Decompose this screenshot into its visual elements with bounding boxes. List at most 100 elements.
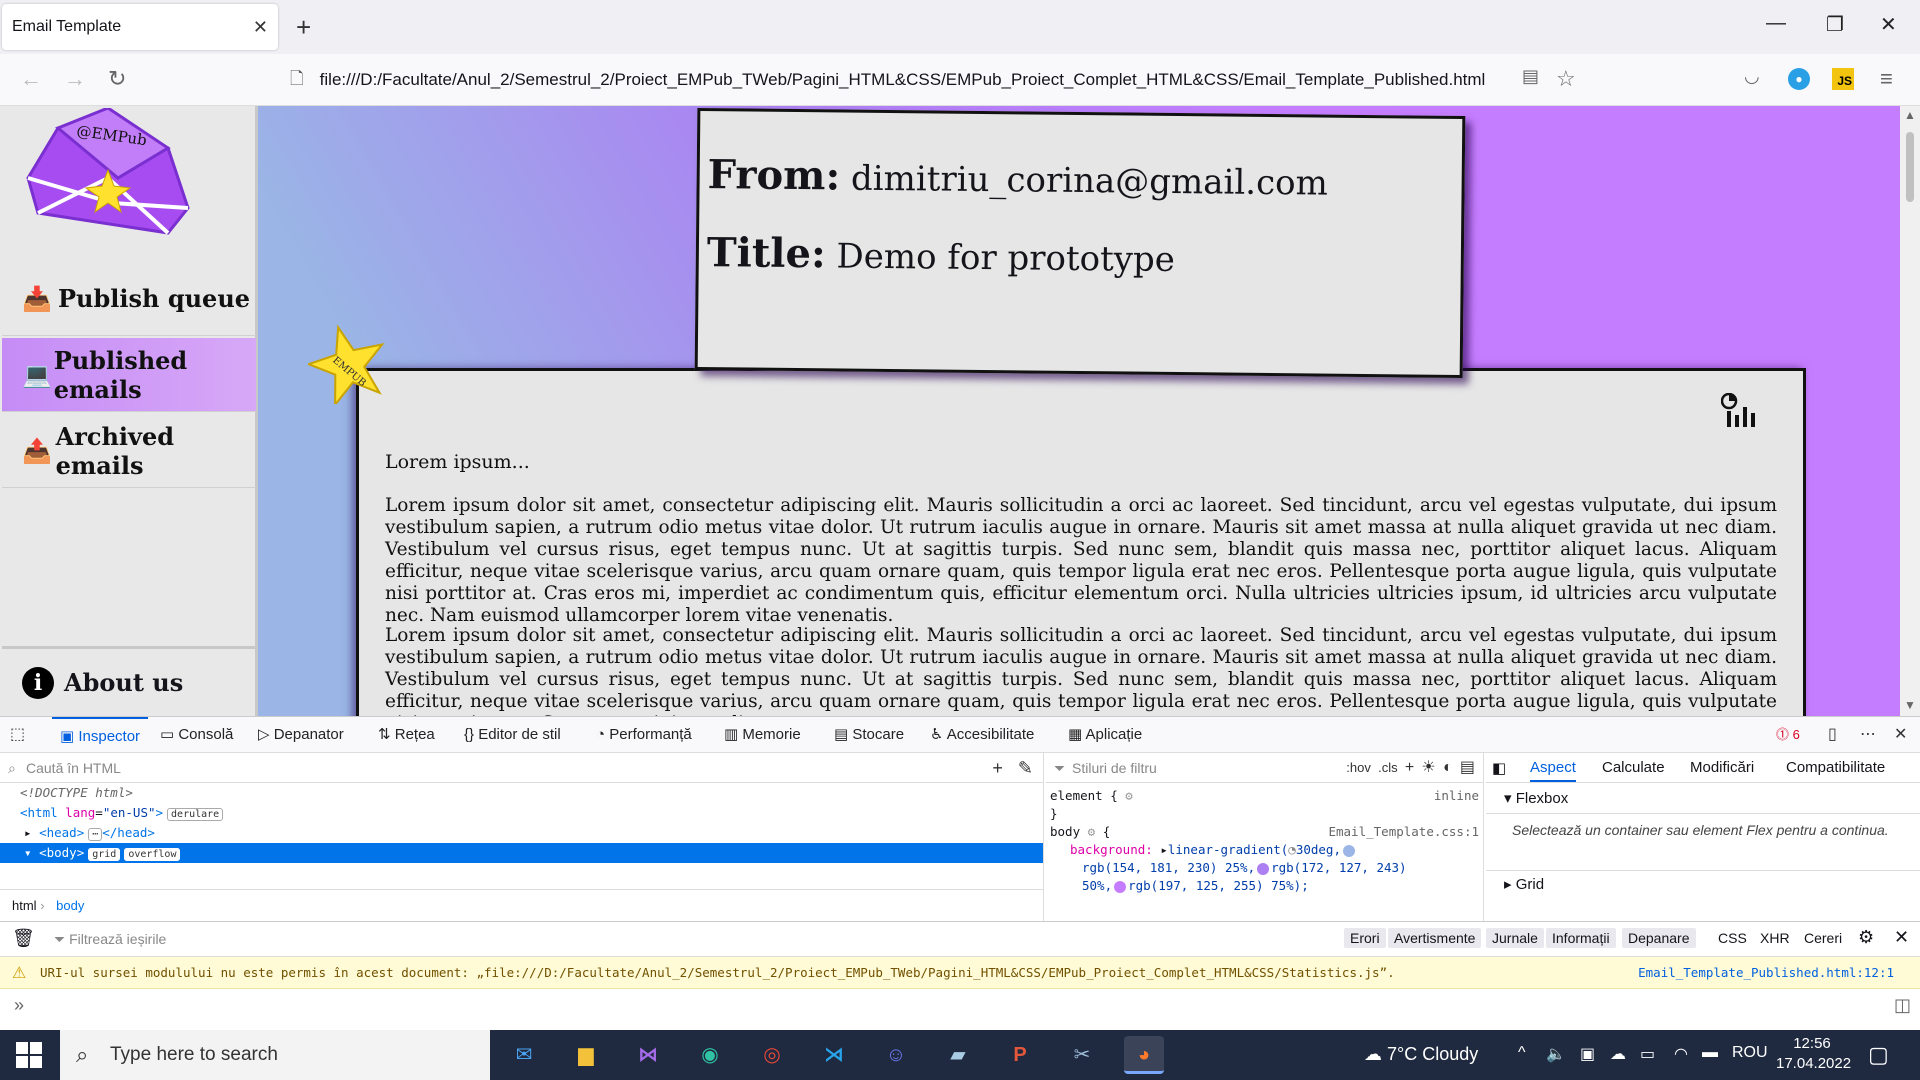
reader-view-icon[interactable]: ▤: [1522, 66, 1539, 87]
page-scrollbar[interactable]: ▲ ▼: [1900, 106, 1920, 716]
browser-tab[interactable]: Email Template ✕: [2, 4, 278, 50]
tab-memory[interactable]: ▥ Memorie: [724, 717, 801, 753]
sidebar-item-about-us[interactable]: i About us: [2, 646, 256, 716]
css-value[interactable]: 30deg,: [1296, 842, 1341, 857]
devtools-close-icon[interactable]: ✕: [1894, 717, 1907, 753]
file-explorer-icon[interactable]: ▆: [566, 1036, 606, 1074]
statistics-icon[interactable]: [1721, 393, 1761, 429]
filter-logs[interactable]: Jurnale: [1486, 928, 1544, 948]
bookmark-star-icon[interactable]: ☆: [1556, 66, 1576, 92]
pocket-icon[interactable]: ◡: [1744, 66, 1760, 87]
sidebar-item-archived-emails[interactable]: 📤 Archived emails: [2, 414, 256, 488]
hov-toggle[interactable]: :hov: [1346, 760, 1371, 775]
filter-errors[interactable]: Erori: [1344, 928, 1386, 948]
light-mode-icon[interactable]: ☀: [1421, 759, 1435, 776]
breadcrumb-item[interactable]: html: [12, 898, 37, 913]
css-value[interactable]: rgb(172, 127, 243): [1271, 860, 1406, 875]
grid-badge[interactable]: grid: [88, 848, 121, 861]
dock-icon[interactable]: ▯: [1828, 717, 1837, 753]
collapsed-badge[interactable]: ⋯: [88, 828, 103, 841]
overflow-badge[interactable]: overflow: [124, 848, 181, 861]
empub-logo[interactable]: @EMPub: [18, 108, 198, 236]
add-node-icon[interactable]: +: [992, 758, 1003, 778]
forward-icon[interactable]: →: [64, 66, 86, 92]
meet-now-icon[interactable]: ▣: [1580, 1044, 1595, 1064]
chrome-icon[interactable]: ◎: [752, 1036, 792, 1074]
js-extension-icon[interactable]: JS: [1832, 68, 1854, 90]
weather-widget[interactable]: ☁ 7°C Cloudy: [1364, 1044, 1478, 1065]
tab-changes[interactable]: Modificări: [1690, 759, 1754, 776]
print-media-icon[interactable]: ▤: [1460, 759, 1475, 776]
taskbar-search-input[interactable]: ⌕ Type here to search: [60, 1030, 490, 1080]
tree-line[interactable]: <html lang="en-US"> derulare: [0, 803, 1043, 823]
css-value[interactable]: linear-gradient(: [1168, 842, 1288, 857]
sidebar-item-publish-queue[interactable]: 📥 Publish queue: [2, 262, 256, 336]
more-options-icon[interactable]: ⋯: [1860, 717, 1876, 753]
notification-icon[interactable]: ▢: [1868, 1042, 1889, 1068]
console-filter-input[interactable]: ⏷ Filtrează ieșirile: [54, 931, 166, 948]
scroll-badge[interactable]: derulare: [167, 808, 224, 821]
back-icon[interactable]: ←: [20, 66, 42, 92]
powerpoint-icon[interactable]: P: [1000, 1036, 1040, 1074]
tray-chevron-icon[interactable]: ^: [1518, 1044, 1526, 1062]
tab-console[interactable]: ▭ Consolă: [160, 717, 233, 753]
display-icon[interactable]: ▭: [1640, 1044, 1655, 1064]
trash-icon[interactable]: 🗑: [12, 928, 35, 949]
tab-debugger[interactable]: ▷ Depanator: [258, 717, 344, 753]
visual-studio-icon[interactable]: ⋈: [628, 1036, 668, 1074]
color-swatch[interactable]: [1342, 844, 1355, 857]
filter-warnings[interactable]: Avertismente: [1388, 928, 1482, 948]
mail-app-icon[interactable]: ✉: [504, 1036, 544, 1074]
window-close-icon[interactable]: ✕: [1880, 12, 1897, 37]
eyedropper-icon[interactable]: ✎: [1018, 758, 1033, 778]
extension-icon[interactable]: ●: [1788, 68, 1810, 90]
wifi-icon[interactable]: ◠: [1674, 1044, 1688, 1064]
rule-selector[interactable]: body: [1050, 824, 1080, 839]
cls-toggle[interactable]: .cls: [1378, 760, 1398, 775]
edge-icon[interactable]: ◉: [690, 1036, 730, 1074]
grid-section-header[interactable]: ▸ Grid: [1486, 870, 1920, 897]
gear-icon[interactable]: ⚙: [1088, 824, 1096, 839]
html-search-input[interactable]: ⌕ Caută în HTML + ✎: [0, 753, 1043, 783]
flexbox-section-header[interactable]: ▾ Flexbox: [1486, 783, 1920, 814]
css-value[interactable]: rgb(154, 181, 230) 25%,: [1082, 860, 1255, 875]
scroll-up-icon[interactable]: ▲: [1904, 108, 1916, 122]
rules-filter-input[interactable]: ⏷ Stiluri de filtru :hov .cls + ☀ ◐ ▤: [1046, 753, 1483, 783]
tab-compatibility[interactable]: Compatibilitate: [1786, 759, 1885, 776]
sidebar-toggle-icon[interactable]: ◧: [1492, 759, 1506, 777]
css-value[interactable]: rgb(197, 125, 255) 75%);: [1128, 878, 1309, 893]
color-swatch[interactable]: [1114, 880, 1127, 893]
sidebar-item-published-emails[interactable]: 💻 Published emails: [2, 338, 256, 412]
tab-performance[interactable]: ◔ Performanță: [596, 717, 692, 753]
scroll-down-icon[interactable]: ▼: [1904, 698, 1916, 712]
tab-close-icon[interactable]: ✕: [253, 17, 268, 38]
tab-network[interactable]: ⇅ Rețea: [378, 717, 435, 753]
console-prompt[interactable]: »: [14, 995, 24, 1016]
onedrive-icon[interactable]: ☁: [1610, 1044, 1626, 1064]
snipping-tool-icon[interactable]: ✂: [1062, 1036, 1102, 1074]
filter-requests[interactable]: Cereri: [1804, 930, 1842, 946]
breadcrumb-item[interactable]: body: [56, 898, 84, 913]
warning-source-link[interactable]: Email_Template_Published.html:12:1: [1638, 957, 1894, 988]
menu-icon[interactable]: ≡: [1880, 66, 1893, 92]
url-bar[interactable]: 🗋 file:///D:/Facultate/Anul_2/Semestrul_…: [290, 62, 1580, 98]
tree-line[interactable]: ▸ <head> ⋯ </head>: [0, 823, 1043, 843]
console-close-icon[interactable]: ✕: [1894, 927, 1909, 948]
console-settings-icon[interactable]: ⚙: [1858, 927, 1874, 948]
dark-mode-icon[interactable]: ◐: [1443, 759, 1453, 776]
tab-application[interactable]: ▦ Aplicație: [1068, 717, 1142, 753]
tab-layout[interactable]: Aspect: [1530, 759, 1576, 782]
filter-info[interactable]: Informații: [1546, 928, 1616, 948]
filter-css[interactable]: CSS: [1718, 930, 1747, 946]
rule-source[interactable]: Email_Template.css:1: [1328, 823, 1479, 841]
element-picker-icon[interactable]: ⬚: [10, 717, 25, 753]
scrollbar-thumb[interactable]: [1906, 132, 1914, 202]
filter-xhr[interactable]: XHR: [1760, 930, 1790, 946]
discord-icon[interactable]: ☺: [876, 1036, 916, 1074]
tab-inspector[interactable]: ▣ Inspector: [52, 717, 149, 753]
firefox-icon[interactable]: ◕: [1124, 1036, 1164, 1074]
volume-icon[interactable]: 🔈: [1546, 1044, 1566, 1064]
tree-line[interactable]: <!DOCTYPE html>: [0, 783, 1043, 803]
tab-storage[interactable]: ▤ Stocare: [834, 717, 904, 753]
rule-selector[interactable]: element {: [1050, 788, 1118, 803]
